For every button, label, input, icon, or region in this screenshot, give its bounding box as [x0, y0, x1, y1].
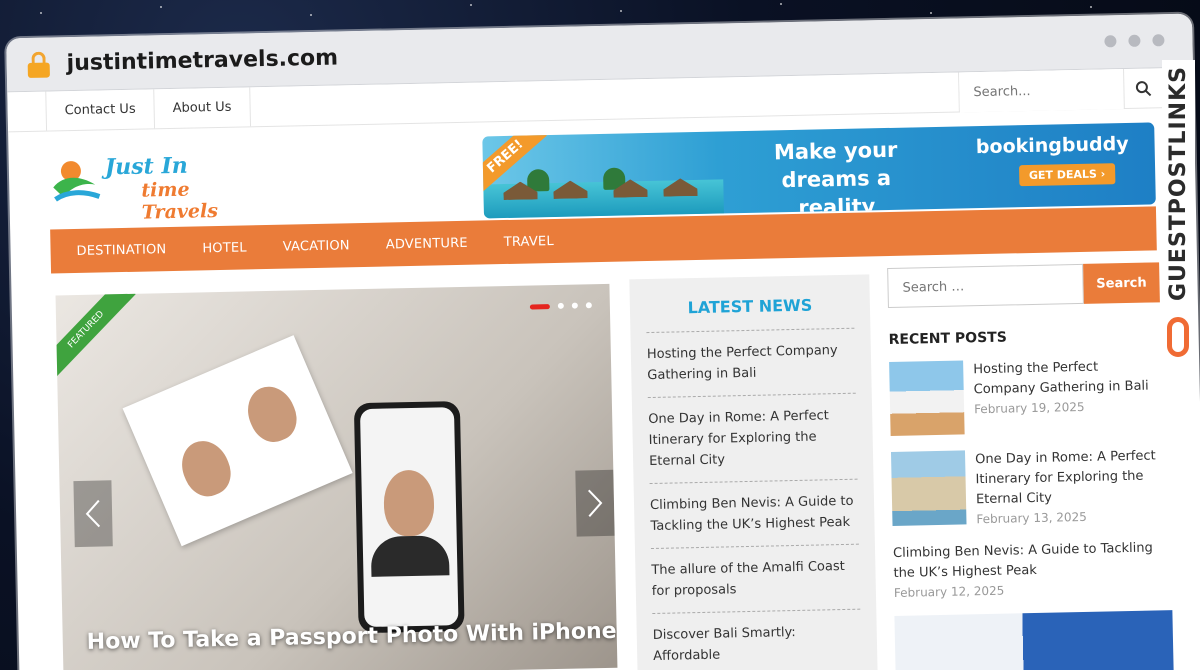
featured-ribbon: FEATURED	[55, 283, 136, 381]
recent-post-title[interactable]: One Day in Rome: A Perfect Itinerary for…	[975, 446, 1164, 510]
recent-post[interactable]: Hosting the Perfect Company Gathering in…	[889, 356, 1162, 436]
latest-news-panel: LATEST NEWS Hosting the Perfect Company …	[629, 274, 878, 670]
browser-window: justintimetravels.com Contact Us About U…	[6, 13, 1200, 670]
latest-news-item[interactable]: One Day in Rome: A Perfect Itinerary for…	[647, 393, 858, 485]
search-icon[interactable]	[1123, 68, 1162, 110]
slider-caption[interactable]: How To Take a Passport Photo With iPhone	[87, 619, 617, 655]
lock-icon	[26, 51, 51, 78]
banner-brand: bookingbuddy	[975, 132, 1129, 159]
logo-mark-icon	[53, 161, 101, 202]
window-dot-icon[interactable]	[1104, 35, 1117, 48]
recent-post-date: February 12, 2025	[893, 583, 1005, 600]
recent-post-date: February 13, 2025	[976, 509, 1087, 527]
slider-pagination[interactable]	[529, 302, 592, 310]
phone-image	[353, 400, 465, 634]
post-thumbnail[interactable]	[890, 450, 967, 526]
sidebar-search-button[interactable]: Search	[1083, 262, 1160, 304]
featured-slider[interactable]: FEATURED How To Take a Passport Photo Wi…	[55, 283, 618, 670]
sidebar: Search RECENT POSTS Hosting the Perfect …	[887, 262, 1174, 670]
ad-banner[interactable]: FREE! Make your dreams a reality booking…	[482, 122, 1156, 219]
sidebar-search: Search	[887, 262, 1160, 309]
slider-dot[interactable]	[557, 302, 564, 309]
nav-contact-us[interactable]: Contact Us	[45, 89, 155, 131]
window-dot-icon[interactable]	[1128, 34, 1141, 47]
guestpostlinks-watermark: GUESTPOSTLINKS	[1160, 60, 1196, 360]
nav-vacation[interactable]: VACATION	[265, 237, 368, 254]
slider-dot[interactable]	[585, 302, 592, 309]
slider-dot[interactable]	[571, 302, 578, 309]
slider-dot-active[interactable]	[529, 303, 550, 310]
site-logo[interactable]: Just In time Travels	[48, 145, 269, 224]
url-text[interactable]: justintimetravels.com	[66, 45, 338, 76]
nav-hotel[interactable]: HOTEL	[184, 240, 265, 257]
recent-post-title[interactable]: Climbing Ben Nevis: A Guide to Tackling …	[893, 538, 1166, 584]
nav-destination[interactable]: DESTINATION	[58, 241, 184, 259]
sidebar-promo-image[interactable]	[894, 610, 1174, 670]
latest-news-item[interactable]: Climbing Ben Nevis: A Guide to Tackling …	[649, 479, 859, 550]
nav-about-us[interactable]: About Us	[153, 87, 251, 129]
window-controls	[1104, 34, 1165, 48]
nav-adventure[interactable]: ADVENTURE	[368, 235, 486, 252]
get-deals-button[interactable]: GET DEALS ›	[1018, 163, 1116, 187]
recent-post-date: February 19, 2025	[973, 399, 1085, 417]
latest-news-title: LATEST NEWS	[687, 295, 813, 318]
recent-post[interactable]: Climbing Ben Nevis: A Guide to Tackling …	[893, 538, 1166, 600]
nav-travel[interactable]: TRAVEL	[486, 233, 572, 250]
post-thumbnail[interactable]	[889, 360, 965, 436]
window-dot-icon[interactable]	[1152, 34, 1165, 47]
logo-text-line1: Just In	[104, 152, 189, 181]
latest-news-item[interactable]: Hosting the Perfect Company Gathering in…	[646, 328, 856, 399]
recent-posts-title: RECENT POSTS	[888, 329, 1007, 349]
latest-news-item[interactable]: Discover Bali Smartly: Affordable	[652, 609, 862, 670]
banner-tagline: Make your dreams a reality	[773, 137, 898, 219]
sidebar-search-input[interactable]	[887, 263, 1084, 309]
latest-news-item[interactable]: The allure of the Amalfi Coast for propo…	[650, 544, 861, 615]
logo-text-line2: time Travels	[141, 178, 219, 224]
watermark-text: GUESTPOSTLINKS	[1161, 60, 1195, 307]
chain-link-icon	[1167, 317, 1189, 357]
slider-next-button[interactable]	[575, 469, 615, 537]
printed-photos-image	[122, 335, 353, 547]
top-search-input[interactable]	[959, 69, 1124, 113]
top-search	[958, 68, 1162, 113]
recent-post[interactable]: One Day in Rome: A Perfect Itinerary for…	[890, 446, 1165, 528]
slider-prev-button[interactable]	[73, 480, 113, 548]
recent-post-title[interactable]: Hosting the Perfect Company Gathering in…	[973, 356, 1162, 400]
